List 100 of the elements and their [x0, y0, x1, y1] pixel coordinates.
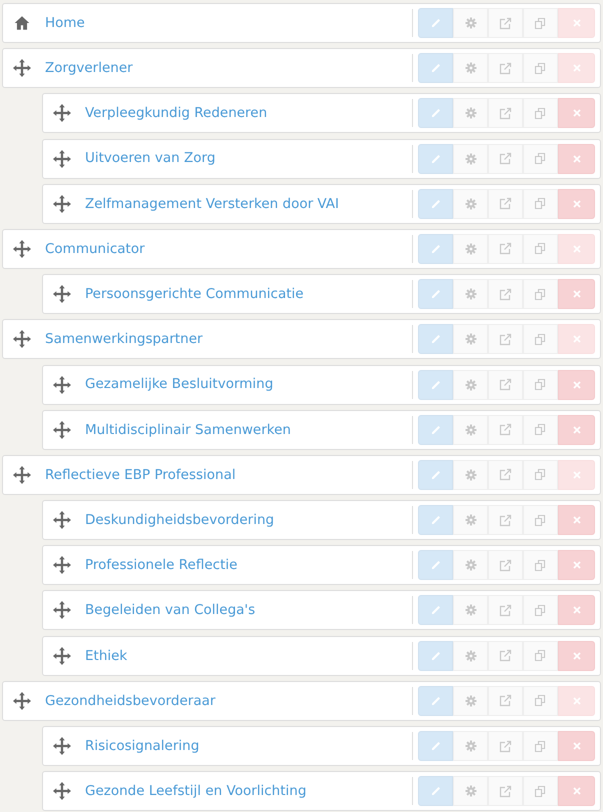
copy-button[interactable] [523, 640, 558, 671]
page-link[interactable]: Professionele Reflectie [85, 555, 238, 576]
edit-button[interactable] [418, 234, 453, 264]
page-link[interactable]: Home [45, 12, 85, 34]
delete-button[interactable] [558, 731, 595, 761]
copy-button[interactable] [523, 550, 558, 580]
settings-button[interactable] [453, 324, 488, 354]
delete-button[interactable] [558, 550, 595, 580]
page-link[interactable]: Deskundigheidsbevordering [85, 510, 274, 530]
edit-button[interactable] [418, 595, 453, 626]
edit-button[interactable] [418, 414, 453, 445]
settings-button[interactable] [453, 776, 488, 806]
page-link[interactable]: Samenwerkingspartner [45, 329, 203, 350]
edit-button[interactable] [418, 370, 453, 400]
settings-button[interactable] [453, 731, 488, 761]
open-link-button[interactable] [488, 370, 523, 400]
copy-button[interactable] [523, 460, 558, 490]
settings-button[interactable] [453, 640, 488, 671]
open-link-button[interactable] [488, 8, 523, 38]
settings-button[interactable] [453, 98, 488, 128]
edit-button[interactable] [418, 505, 453, 536]
edit-button[interactable] [418, 324, 453, 354]
copy-button[interactable] [523, 98, 558, 128]
edit-button[interactable] [418, 8, 453, 38]
edit-button[interactable] [418, 144, 453, 174]
settings-button[interactable] [453, 686, 488, 716]
page-link[interactable]: Gezamelijke Besluitvorming [85, 374, 274, 395]
delete-button[interactable] [558, 279, 595, 310]
settings-button[interactable] [453, 53, 488, 84]
open-link-button[interactable] [488, 505, 523, 536]
open-link-button[interactable] [488, 776, 523, 806]
delete-button[interactable] [558, 595, 595, 626]
page-link[interactable]: Persoonsgerichte Communicatie [85, 284, 304, 304]
copy-button[interactable] [523, 144, 558, 174]
edit-button[interactable] [418, 98, 453, 128]
edit-button[interactable] [418, 460, 453, 490]
copy-button[interactable] [523, 595, 558, 626]
settings-button[interactable] [453, 188, 488, 219]
delete-button[interactable] [558, 144, 595, 174]
settings-button[interactable] [453, 370, 488, 400]
settings-button[interactable] [453, 550, 488, 580]
settings-button[interactable] [453, 414, 488, 445]
delete-button[interactable] [558, 98, 595, 128]
delete-button[interactable] [558, 414, 595, 445]
copy-button[interactable] [523, 505, 558, 536]
delete-button[interactable] [558, 776, 595, 806]
open-link-button[interactable] [488, 731, 523, 761]
copy-button[interactable] [523, 279, 558, 310]
page-link[interactable]: Verpleegkundig Redeneren [85, 103, 268, 124]
settings-button[interactable] [453, 234, 488, 264]
page-link[interactable]: Multidisciplinair Samenwerken [85, 420, 291, 440]
copy-button[interactable] [523, 188, 558, 219]
copy-button[interactable] [523, 53, 558, 84]
page-link[interactable]: Ethiek [85, 646, 128, 666]
open-link-button[interactable] [488, 324, 523, 354]
delete-button[interactable] [558, 505, 595, 536]
open-link-button[interactable] [488, 414, 523, 445]
open-link-button[interactable] [488, 279, 523, 310]
open-link-button[interactable] [488, 188, 523, 219]
copy-button[interactable] [523, 234, 558, 264]
edit-button[interactable] [418, 53, 453, 84]
delete-button[interactable] [558, 188, 595, 219]
page-link[interactable]: Zorgverlener [45, 58, 133, 78]
settings-button[interactable] [453, 144, 488, 174]
edit-button[interactable] [418, 279, 453, 310]
page-link[interactable]: Zelfmanagement Versterken door VAI [85, 194, 340, 214]
copy-button[interactable] [523, 776, 558, 806]
edit-button[interactable] [418, 550, 453, 580]
open-link-button[interactable] [488, 144, 523, 174]
edit-button[interactable] [418, 731, 453, 761]
settings-button[interactable] [453, 505, 488, 536]
page-link[interactable]: Gezondheidsbevorderaar [45, 690, 216, 711]
copy-button[interactable] [523, 324, 558, 354]
page-link[interactable]: Uitvoeren van Zorg [85, 148, 216, 169]
open-link-button[interactable] [488, 640, 523, 671]
settings-button[interactable] [453, 279, 488, 310]
open-link-button[interactable] [488, 98, 523, 128]
copy-button[interactable] [523, 370, 558, 400]
settings-button[interactable] [453, 460, 488, 490]
open-link-button[interactable] [488, 550, 523, 580]
delete-button[interactable] [558, 640, 595, 671]
open-link-button[interactable] [488, 53, 523, 84]
edit-button[interactable] [418, 686, 453, 716]
page-link[interactable]: Gezonde Leefstijl en Voorlichting [85, 781, 306, 802]
page-link[interactable]: Reflectieve EBP Professional [45, 464, 236, 485]
open-link-button[interactable] [488, 595, 523, 626]
open-link-button[interactable] [488, 686, 523, 716]
copy-button[interactable] [523, 686, 558, 716]
page-link[interactable]: Begeleiden van Collega's [85, 600, 256, 621]
edit-button[interactable] [418, 776, 453, 806]
settings-button[interactable] [453, 595, 488, 626]
copy-button[interactable] [523, 8, 558, 38]
open-link-button[interactable] [488, 234, 523, 264]
delete-button[interactable] [558, 370, 595, 400]
page-link[interactable]: Risicosignalering [85, 736, 200, 756]
edit-button[interactable] [418, 188, 453, 219]
settings-button[interactable] [453, 8, 488, 38]
edit-button[interactable] [418, 640, 453, 671]
copy-button[interactable] [523, 731, 558, 761]
page-link[interactable]: Communicator [45, 238, 145, 260]
